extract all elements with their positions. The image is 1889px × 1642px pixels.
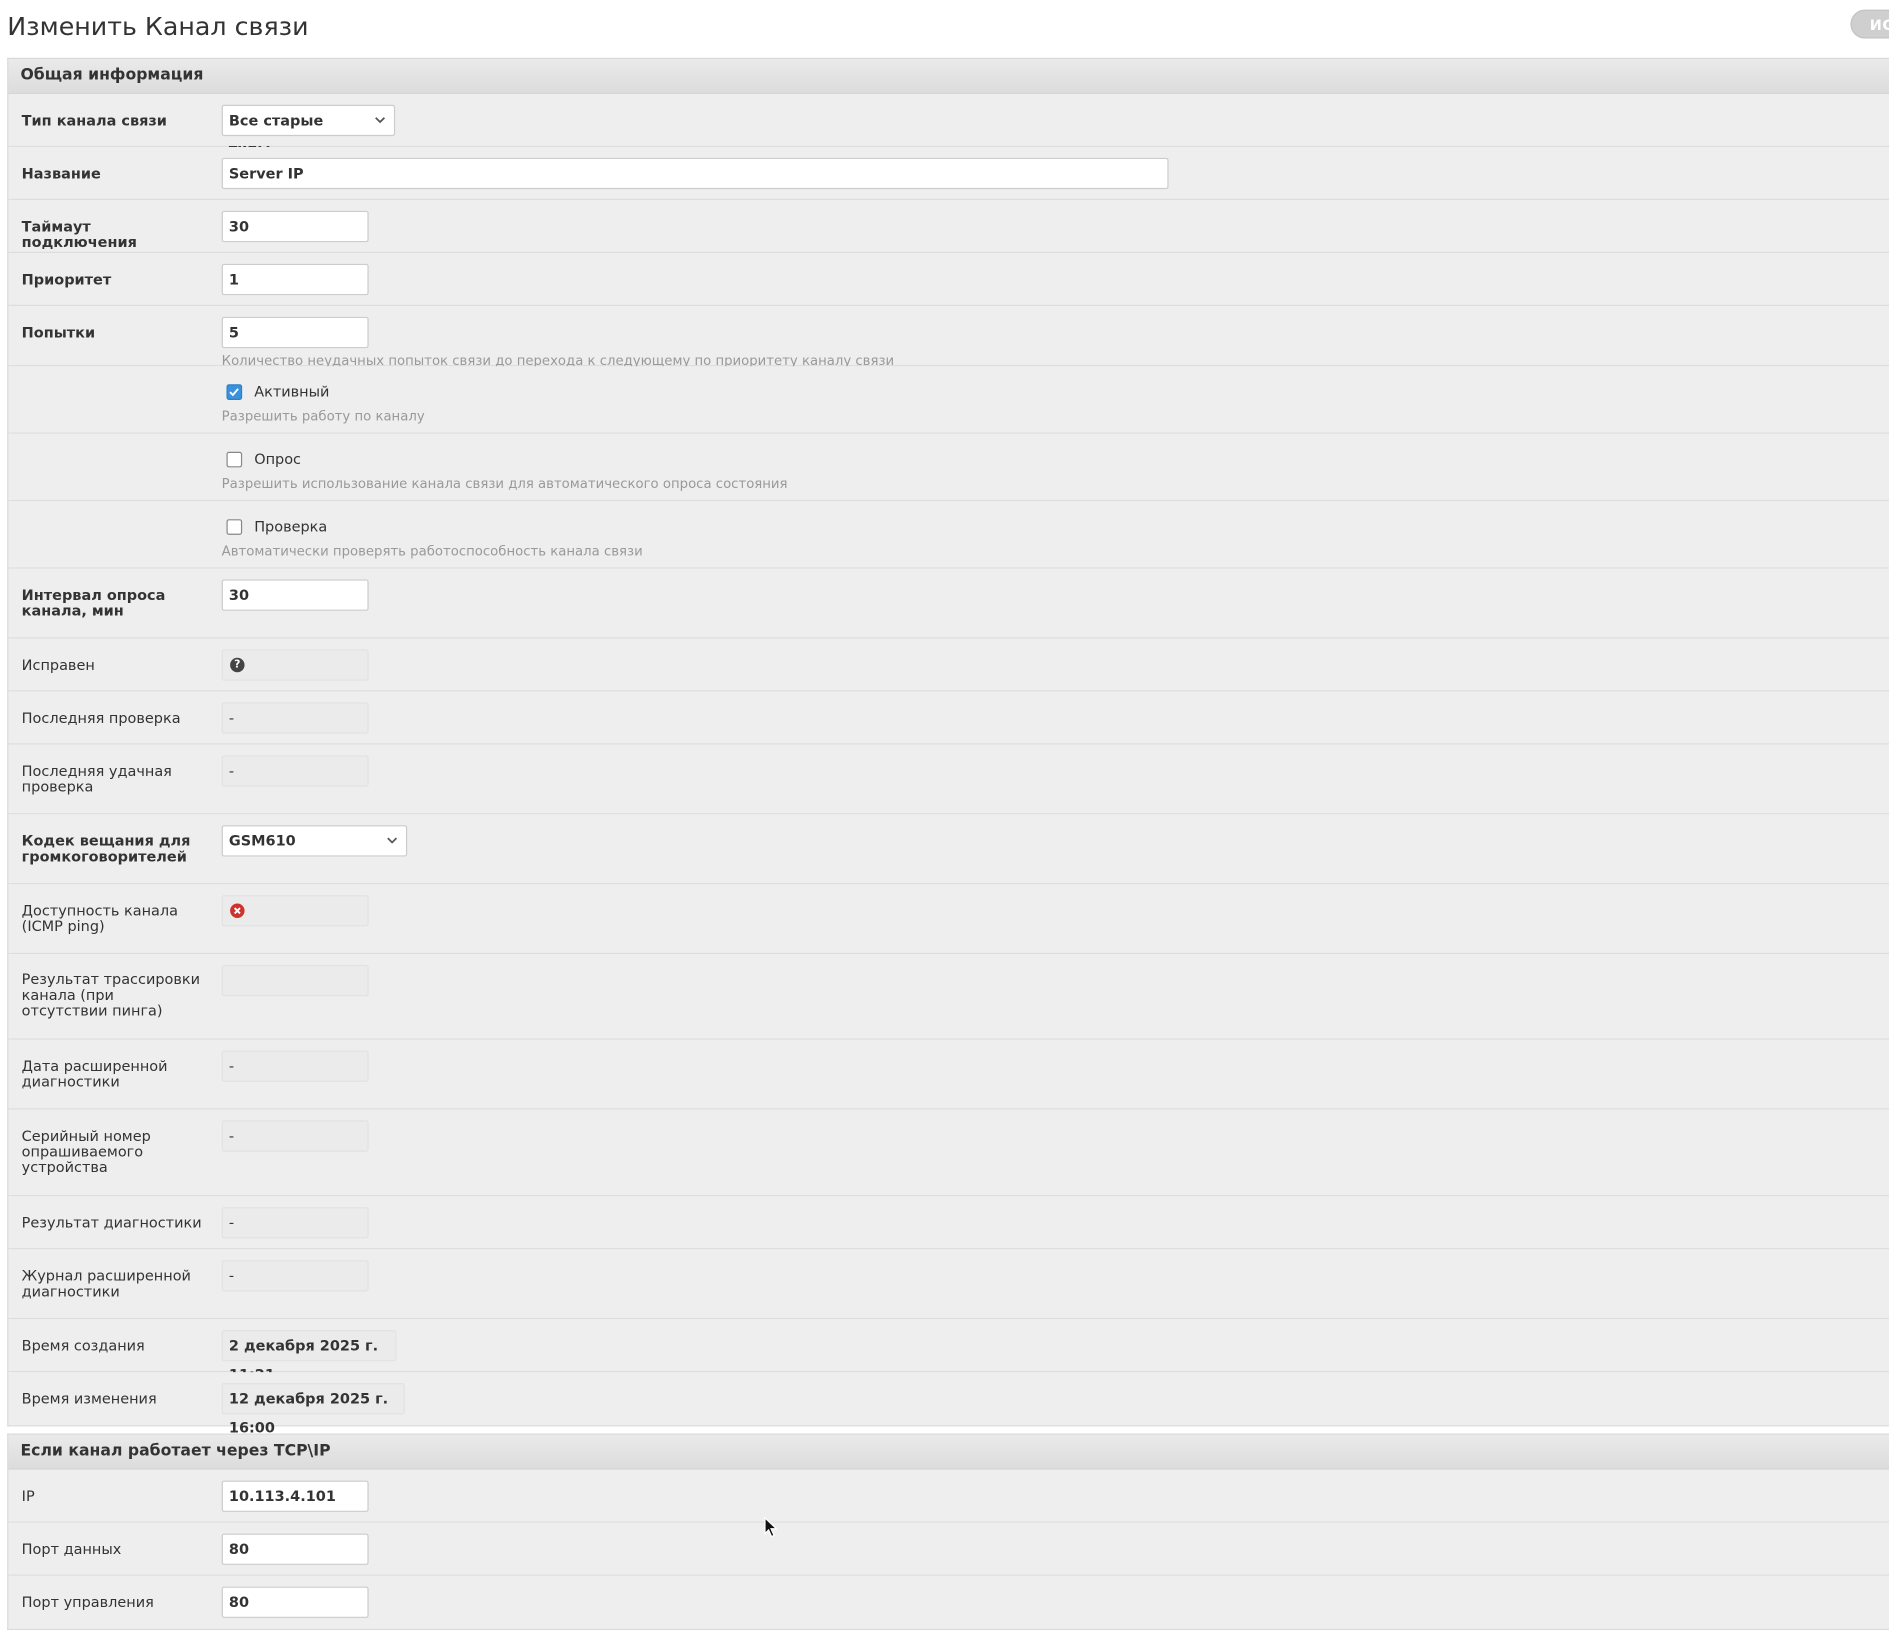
ext-diag-log-row: Журнал расширенной диагностики -	[8, 1249, 1889, 1320]
tcp-title: Если канал работает через TCP\IP	[8, 1434, 1889, 1470]
page-header: Изменить Канал связи Ис	[0, 0, 1889, 58]
checkmark-icon	[229, 388, 239, 397]
name-row: Название Server IP	[8, 146, 1889, 200]
ext-diag-date-row: Дата расширенной диагностики -	[8, 1039, 1889, 1110]
page-title: Изменить Канал связи	[7, 12, 309, 41]
ext-diag-date-label: Дата расширенной диагностики	[21, 1057, 168, 1091]
codec-value: GSM610	[228, 832, 296, 850]
diag-result-field: -	[221, 1207, 369, 1239]
active-checkbox[interactable]	[226, 384, 243, 400]
poll-interval-row: Интервал опроса канала, мин 30	[8, 568, 1889, 639]
general-info-title: Общая информация	[8, 59, 1889, 94]
availability-field	[221, 895, 369, 927]
control-port-row: Порт управления 80	[8, 1575, 1889, 1629]
last-check-field: -	[221, 702, 369, 734]
check-checkbox[interactable]	[226, 519, 243, 535]
ip-label: IP	[21, 1487, 35, 1505]
timeout-label: Таймаут подключения	[21, 218, 137, 251]
check-label[interactable]: Проверка	[254, 519, 327, 535]
active-label[interactable]: Активный	[254, 384, 329, 400]
availability-row: Доступность канала (ICMP ping)	[8, 884, 1889, 955]
name-label: Название	[21, 165, 101, 182]
modified-field: 12 декабря 2025 г. 16:00	[221, 1382, 405, 1436]
chevron-down-icon	[375, 117, 386, 124]
availability-label: Доступность канала (ICMP ping)	[21, 902, 178, 935]
data-port-label: Порт данных	[21, 1540, 122, 1558]
active-help: Разрешить работу по каналу	[221, 408, 425, 425]
modified-row: Время изменения 12 декабря 2025 г. 16:00	[8, 1372, 1889, 1436]
priority-row: Приоритет 1	[8, 252, 1889, 306]
priority-label: Приоритет	[21, 271, 112, 288]
poll-row: Опрос Разрешить использование канала свя…	[8, 433, 1889, 502]
ip-row: IP 10.113.4.101	[8, 1469, 1889, 1523]
codec-label: Кодек вещания для громкоговорителей	[21, 832, 191, 865]
trace-result-label: Результат трассировки канала (при отсутс…	[21, 970, 201, 1020]
control-port-input[interactable]: 80	[221, 1586, 369, 1618]
control-port-label: Порт управления	[21, 1593, 154, 1611]
check-row: Проверка Автоматически проверять работос…	[8, 501, 1889, 569]
question-icon: ?	[230, 657, 245, 673]
diag-result-label: Результат диагностики	[21, 1214, 202, 1232]
history-button[interactable]: Ис	[1850, 9, 1889, 39]
timeout-input[interactable]: 30	[221, 210, 369, 243]
trace-result-field	[221, 964, 369, 997]
error-icon	[230, 903, 245, 918]
poll-label[interactable]: Опрос	[254, 451, 301, 468]
poll-interval-input[interactable]: 30	[221, 579, 369, 611]
diag-result-row: Результат диагностики -	[8, 1196, 1889, 1250]
created-row: Время создания 2 декабря 2025 г. 11:21	[8, 1319, 1889, 1383]
mouse-cursor-icon	[764, 1516, 778, 1538]
data-port-input[interactable]: 80	[221, 1533, 369, 1565]
poll-interval-label: Интервал опроса канала, мин	[21, 586, 166, 620]
attempts-row: Попытки 5 Количество неудачных попыток с…	[8, 305, 1889, 369]
codec-row: Кодек вещания для громкоговорителей GSM6…	[8, 814, 1889, 885]
data-port-row: Порт данных 80	[8, 1522, 1889, 1576]
check-help: Автоматически проверять работоспособност…	[221, 543, 643, 559]
modified-label: Время изменения	[21, 1390, 157, 1408]
general-info-module: Общая информация Тип канала связи Все ст…	[7, 57, 1889, 1436]
active-row: Активный Разрешить работу по каналу	[8, 366, 1889, 434]
viewport: Изменить Канал связи Ис Общая информация…	[0, 0, 1889, 1642]
ext-diag-log-label: Журнал расширенной диагностики	[21, 1267, 191, 1300]
ext-diag-log-field: -	[221, 1260, 369, 1292]
serial-number-field: -	[221, 1120, 369, 1152]
serial-number-label: Серийный номер опрашиваемого устройства	[21, 1127, 151, 1176]
created-field: 2 декабря 2025 г. 11:21	[221, 1329, 397, 1383]
poll-checkbox[interactable]	[226, 451, 243, 468]
name-input[interactable]: Server IP	[221, 157, 1169, 190]
ip-input[interactable]: 10.113.4.101	[221, 1480, 369, 1512]
attempts-input[interactable]: 5	[221, 316, 369, 349]
last-check-label: Последняя проверка	[21, 709, 181, 727]
priority-input[interactable]: 1	[221, 263, 369, 296]
poll-help: Разрешить использование канала связи для…	[221, 475, 788, 492]
last-success-check-label: Последняя удачная проверка	[21, 762, 172, 796]
healthy-field: ?	[221, 649, 369, 681]
channel-type-label: Тип канала связи	[21, 112, 167, 129]
channel-type-row: Тип канала связи Все старые типы	[8, 93, 1889, 158]
timeout-row: Таймаут подключения 30	[8, 199, 1889, 253]
codec-select[interactable]: GSM610	[221, 825, 408, 857]
healthy-row: Исправен ?	[8, 638, 1889, 692]
last-success-check-row: Последняя удачная проверка -	[8, 744, 1889, 815]
created-label: Время создания	[21, 1337, 145, 1355]
healthy-label: Исправен	[21, 656, 95, 674]
trace-result-row: Результат трассировки канала (при отсутс…	[8, 954, 1889, 1040]
last-success-check-field: -	[221, 755, 369, 787]
serial-number-row: Серийный номер опрашиваемого устройства …	[8, 1109, 1889, 1197]
attempts-label: Попытки	[21, 324, 96, 341]
tcp-module: Если канал работает через TCP\IP IP 10.1…	[7, 1433, 1889, 1630]
channel-type-select[interactable]: Все старые типы	[221, 104, 396, 158]
chevron-down-icon	[387, 837, 398, 844]
last-check-row: Последняя проверка -	[8, 691, 1889, 745]
ext-diag-date-field: -	[221, 1050, 369, 1082]
